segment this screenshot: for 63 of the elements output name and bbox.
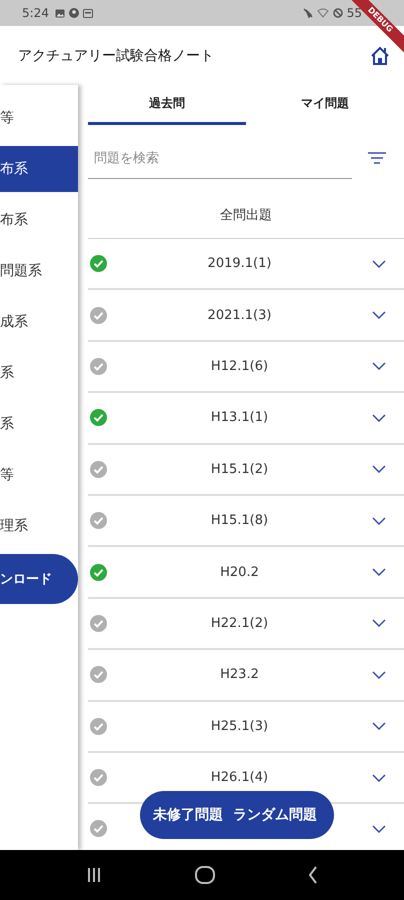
question-row[interactable]: 2021.1(3): [88, 290, 404, 342]
drawer-item[interactable]: 等: [0, 95, 78, 141]
fab-button[interactable]: 未修了問題: [148, 806, 228, 824]
question-row[interactable]: H15.1(8): [88, 496, 404, 548]
fab-button[interactable]: ランダム問題: [228, 806, 322, 824]
chevron-down-icon: [372, 414, 386, 422]
chevron-down-icon: [372, 260, 386, 268]
all-questions-button[interactable]: 全問出題: [88, 191, 404, 239]
question-row[interactable]: 2019.1(1): [88, 239, 404, 290]
drawer-item[interactable]: 成系: [0, 299, 78, 345]
question-row[interactable]: H20.2: [88, 547, 404, 599]
question-row[interactable]: H13.1(1): [88, 393, 404, 445]
card-icon: [82, 8, 93, 18]
question-label: H13.1(1): [210, 410, 270, 426]
question-label: 2019.1(1): [206, 256, 272, 272]
question-label: H20.2: [219, 564, 260, 580]
chevron-down-icon: [372, 722, 386, 730]
drawer-item[interactable]: 理系: [0, 503, 78, 549]
chevron-down-icon: [372, 568, 386, 576]
filter-button[interactable]: [368, 152, 386, 164]
question-row[interactable]: H12.1(6): [88, 342, 404, 394]
drawer-item[interactable]: 布系: [0, 146, 78, 192]
question-row[interactable]: H15.1(2): [88, 444, 404, 496]
chevron-down-icon: [372, 362, 386, 370]
question-label: H22.1(2): [210, 616, 270, 631]
drawer-item[interactable]: 系: [0, 350, 78, 396]
chevron-down-icon: [372, 824, 386, 833]
question-label: H12.1(6): [210, 358, 270, 374]
search-field[interactable]: 問題を検索: [88, 137, 352, 179]
recents-icon: [86, 867, 102, 883]
chevron-down-icon: [372, 774, 386, 782]
wifi-icon: [316, 8, 329, 18]
chevron-down-icon: [372, 465, 386, 474]
battery-level: 55: [346, 6, 362, 20]
chevron-down-icon: [372, 619, 386, 628]
question-label: H15.1(8): [210, 513, 270, 528]
drawer-item[interactable]: 等: [0, 452, 78, 498]
chevron-down-icon: [372, 516, 386, 525]
drawer-item[interactable]: 布系: [0, 197, 78, 243]
home-button[interactable]: [370, 46, 390, 66]
account-icon: [68, 8, 79, 18]
tab[interactable]: 過去問: [88, 85, 246, 125]
question-label: 2021.1(3): [206, 308, 272, 323]
status-time: 5:24: [22, 6, 49, 20]
question-row[interactable]: H23.2: [88, 650, 404, 702]
question-label: H26.1(4): [210, 770, 270, 786]
tab[interactable]: マイ問題: [246, 85, 404, 125]
chevron-down-icon: [372, 311, 386, 320]
download-button[interactable]: ンロード: [0, 554, 78, 604]
question-label: H23.2: [219, 667, 260, 682]
chevron-down-icon: [372, 670, 386, 679]
question-row[interactable]: H22.1(2): [88, 598, 404, 650]
blocked-icon: [332, 8, 343, 18]
question-label: H15.1(2): [210, 462, 270, 477]
image-icon: [54, 8, 65, 18]
back-icon: [308, 866, 318, 884]
question-label: H25.1(3): [210, 718, 270, 734]
question-row[interactable]: H25.1(3): [88, 702, 404, 753]
drawer-item[interactable]: 系: [0, 401, 78, 447]
filter-icon: [368, 152, 386, 164]
house-icon: [370, 46, 390, 66]
app-title: アクチュアリー試験合格ノート: [18, 46, 215, 64]
drawer-item[interactable]: 問題系: [0, 248, 78, 294]
